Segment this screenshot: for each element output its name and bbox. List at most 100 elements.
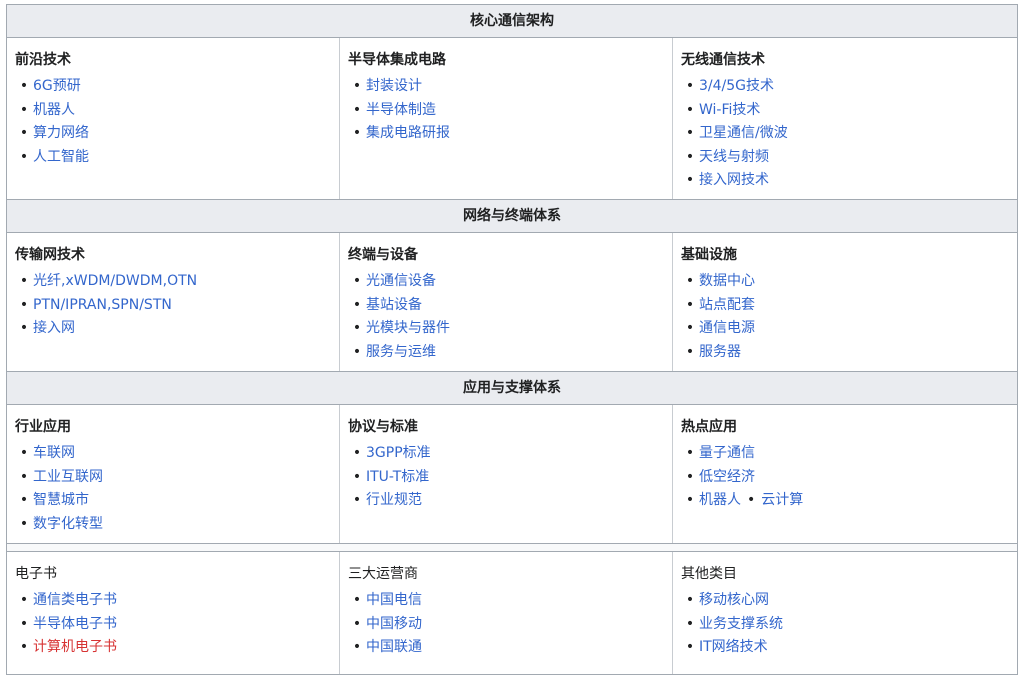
link-smart-city[interactable]: 智慧城市 [33,492,89,508]
link-access-network[interactable]: 接入网 [33,320,75,336]
link-ptn-spn[interactable]: PTN/IPRAN,SPN/STN [33,297,172,313]
bullet: • [685,148,695,165]
link-6g[interactable]: 6G预研 [33,78,81,94]
bullet: • [352,78,362,94]
link-data-center[interactable]: 数据中心 [699,273,755,289]
link-iov[interactable]: 车联网 [33,445,75,461]
link-wifi[interactable]: Wi-Fi技术 [699,102,760,118]
list-item: • 半导体电子书 [15,613,331,637]
list-item: • 光通信设备 [348,270,664,294]
cell-title: 电子书 [15,566,57,582]
link-server[interactable]: 服务器 [699,344,741,360]
bullet: • [19,468,29,485]
cell-title: 半导体集成电路 [348,52,446,68]
link-antenna-rf[interactable]: 天线与射频 [699,149,769,165]
link-optical-equipment[interactable]: 光通信设备 [366,273,436,289]
list-item: • 封装设计 [348,75,664,99]
link-industry-spec[interactable]: 行业规范 [366,492,422,508]
link-robot-2[interactable]: 机器人 [699,492,741,508]
link-digital-transformation[interactable]: 数字化转型 [33,516,103,532]
list-item: • ITU-T标准 [348,466,664,490]
footer-row: 电子书 • 通信类电子书 • 半导体电子书 • 计算机电子书 三大运营商 • 中国电信 … [7,552,1017,674]
cell-other: 其他类目 • 移动核心网 • 业务支撑系统 • IT网络技术 [673,552,1015,674]
link-semi-ebooks[interactable]: 半导体电子书 [33,616,117,632]
bullet: • [685,101,695,118]
link-base-station[interactable]: 基站设备 [366,297,422,313]
link-it-network[interactable]: IT网络技术 [699,639,768,655]
bullet: • [685,445,695,461]
list-item: • 工业互联网 [15,466,331,490]
link-site-support[interactable]: 站点配套 [699,297,755,313]
list-item: • 服务与运维 [348,341,664,365]
list-item: • 3/4/5G技术 [681,75,1007,99]
bullet: • [685,125,695,141]
link-cloud[interactable]: 云计算 [761,492,803,508]
bullet: • [19,273,29,289]
link-access-tech[interactable]: 接入网技术 [699,172,769,188]
bullet: • [352,273,362,289]
bullet: • [352,101,362,118]
cell-semiconductor: 半导体集成电路 • 封装设计 • 半导体制造 • 集成电路研报 [340,38,673,199]
link-computer-ebooks[interactable]: 计算机电子书 [33,639,117,655]
link-china-unicom[interactable]: 中国联通 [366,639,422,655]
cell-title: 行业应用 [15,419,71,435]
link-ai[interactable]: 人工智能 [33,149,89,165]
cell-title: 传输网技术 [15,247,85,263]
bullet: • [19,515,29,532]
link-optical-module[interactable]: 光模块与器件 [366,320,450,336]
list-item: • 基站设备 [348,294,664,318]
bullet: • [19,445,29,461]
list-item: • 站点配套 [681,294,1007,318]
cell-industry: 行业应用 • 车联网 • 工业互联网 • 智慧城市 • 数字化转型 [7,405,340,543]
link-quantum[interactable]: 量子通信 [699,445,755,461]
link-satellite[interactable]: 卫星通信/微波 [699,125,788,141]
link-ic-reports[interactable]: 集成电路研报 [366,125,450,141]
section-row-core: 前沿技术 • 6G预研 • 机器人 • 算力网络 • 人工智能 半导体集成电路 • 封装设… [7,38,1017,200]
link-china-mobile[interactable]: 中国移动 [366,616,422,632]
bullet: • [19,78,29,94]
link-fiber-wdm[interactable]: 光纤,xWDM/DWDM,OTN [33,273,197,289]
link-bss[interactable]: 业务支撑系统 [699,616,783,632]
bullet: • [685,639,695,655]
link-comm-ebooks[interactable]: 通信类电子书 [33,592,117,608]
link-china-telecom[interactable]: 中国电信 [366,592,422,608]
bullet: • [685,78,695,94]
list-item: • 数据中心 [681,270,1007,294]
link-itu-t[interactable]: ITU-T标准 [366,469,429,485]
link-345g[interactable]: 3/4/5G技术 [699,78,774,94]
list-item: • 人工智能 [15,146,331,170]
link-3gpp[interactable]: 3GPP标准 [366,445,431,461]
list-item: • 集成电路研报 [348,122,664,146]
section-header-network: 网络与终端体系 [7,200,1017,233]
list-item: • IT网络技术 [681,636,1007,660]
link-computing-network[interactable]: 算力网络 [33,125,89,141]
link-mobile-core[interactable]: 移动核心网 [699,592,769,608]
bullet: • [685,615,695,632]
link-low-altitude[interactable]: 低空经济 [699,469,755,485]
list-item: • 卫星通信/微波 [681,122,1007,146]
section-header-application: 应用与支撑体系 [7,372,1017,405]
bullet: • [685,320,695,336]
link-semiconductor-mfg[interactable]: 半导体制造 [366,102,436,118]
cell-operators: 三大运营商 • 中国电信 • 中国移动 • 中国联通 [340,552,673,674]
bullet: • [19,639,29,655]
bullet: • [685,296,695,313]
bullet: • [19,615,29,632]
bullet: • [19,492,29,508]
list-item: • 机器人 • 云计算 [681,489,1007,513]
cell-title: 基础设施 [681,247,737,263]
link-service-ops[interactable]: 服务与运维 [366,344,436,360]
bullet: • [19,101,29,118]
link-iiot[interactable]: 工业互联网 [33,469,103,485]
bullet: • [352,296,362,313]
link-robot[interactable]: 机器人 [33,102,75,118]
list-item: • 行业规范 [348,489,664,513]
bullet: • [352,125,362,141]
link-power[interactable]: 通信电源 [699,320,755,336]
bullet: • [352,343,362,360]
link-package-design[interactable]: 封装设计 [366,78,422,94]
bullet: • [352,615,362,632]
bullet: • [352,592,362,608]
list-item: • 数字化转型 [15,513,331,537]
list-item: • 接入网 [15,317,331,341]
